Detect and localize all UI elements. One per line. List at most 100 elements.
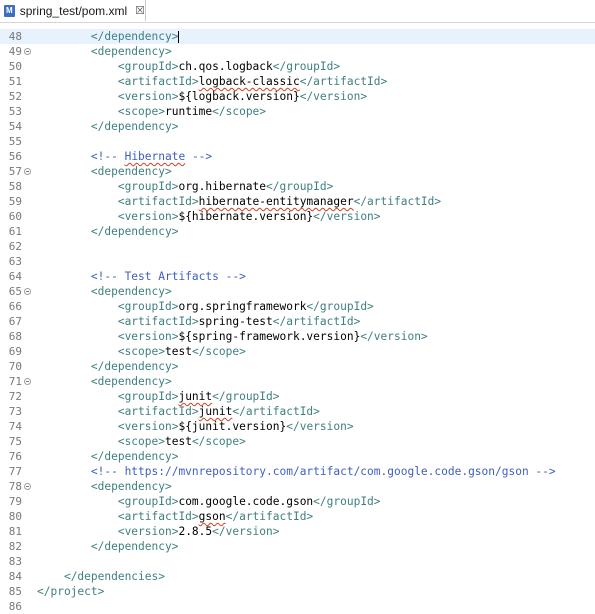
xml-text: [37, 120, 91, 133]
code-line[interactable]: 57 <dependency>: [0, 164, 595, 179]
xml-tag: </artifactId>: [353, 195, 442, 208]
code-line[interactable]: 52 <version>${logback.version}</version>: [0, 89, 595, 104]
line-number: 65: [8, 285, 22, 298]
xml-tag: </project>: [37, 585, 105, 598]
xml-text: ${junit.version}: [178, 420, 287, 433]
code-text: <groupId>org.springframework</groupId>: [37, 299, 374, 314]
code-line[interactable]: 67 <artifactId>spring-test</artifactId>: [0, 314, 595, 329]
code-text: <dependency>: [37, 44, 172, 59]
code-line[interactable]: 61 </dependency>: [0, 224, 595, 239]
line-number: 62: [8, 240, 22, 253]
code-text: <groupId>com.google.code.gson</groupId>: [37, 494, 381, 509]
line-number: 59: [8, 195, 22, 208]
code-editor[interactable]: 48 </dependency> 49 <dependency> 50 <group…: [0, 29, 595, 614]
code-line[interactable]: 75 <scope>test</scope>: [0, 434, 595, 449]
fold-collapse-icon[interactable]: [24, 168, 31, 175]
xml-tag: </dependencies>: [63, 570, 165, 583]
xml-text: [37, 90, 118, 103]
code-text: </dependency>: [37, 359, 179, 374]
code-line[interactable]: 55: [0, 134, 595, 149]
line-number: 83: [8, 555, 22, 568]
code-line[interactable]: 60 <version>${hibernate.version}</versio…: [0, 209, 595, 224]
code-line[interactable]: 85 </project>: [0, 584, 595, 599]
code-line[interactable]: 54 </dependency>: [0, 119, 595, 134]
xml-tag: </dependency>: [90, 360, 179, 373]
xml-tag: <version>: [117, 525, 179, 538]
code-line[interactable]: 59 <artifactId>hibernate-entitymanager</…: [0, 194, 595, 209]
xml-text: com.google.code.gson: [178, 495, 314, 508]
code-text: <groupId>junit</groupId>: [37, 389, 280, 404]
xml-tag: </artifactId>: [272, 315, 361, 328]
code-text: <version>2.8.5</version>: [37, 524, 280, 539]
code-line[interactable]: 48 </dependency>: [0, 29, 595, 44]
line-number: 82: [8, 540, 22, 553]
code-line[interactable]: 77 <!-- https://mvnrepository.com/artifa…: [0, 464, 595, 479]
code-line[interactable]: 76 </dependency>: [0, 449, 595, 464]
code-line[interactable]: 82 </dependency>: [0, 539, 595, 554]
code-line[interactable]: 84 </dependencies>: [0, 569, 595, 584]
code-line[interactable]: 65 <dependency>: [0, 284, 595, 299]
line-number: 84: [8, 570, 22, 583]
line-number: 66: [8, 300, 22, 313]
code-line[interactable]: 86: [0, 599, 595, 614]
line-number: 78: [8, 480, 22, 493]
code-line[interactable]: 49 <dependency>: [0, 44, 595, 59]
editor-tab-bar: M spring_test/pom.xml ☒: [0, 0, 595, 23]
code-line[interactable]: 56 <!-- Hibernate -->: [0, 149, 595, 164]
xml-text: hibernate-entitymanager: [198, 195, 354, 208]
code-line[interactable]: 72 <groupId>junit</groupId>: [0, 389, 595, 404]
code-line[interactable]: 79 <groupId>com.google.code.gson</groupI…: [0, 494, 595, 509]
fold-collapse-icon[interactable]: [24, 48, 31, 55]
xml-tag: <version>: [117, 210, 179, 223]
code-line[interactable]: 66 <groupId>org.springframework</groupId…: [0, 299, 595, 314]
line-number: 52: [8, 90, 22, 103]
code-line[interactable]: 78 <dependency>: [0, 479, 595, 494]
line-number: 86: [8, 600, 22, 613]
code-line[interactable]: 74 <version>${junit.version}</version>: [0, 419, 595, 434]
xml-text: [37, 300, 118, 313]
xml-text: [37, 495, 118, 508]
xml-text: [37, 285, 91, 298]
xml-text: [37, 225, 91, 238]
tab-pom-xml[interactable]: M spring_test/pom.xml ☒: [0, 0, 146, 21]
xml-text: [37, 405, 118, 418]
fold-collapse-icon[interactable]: [24, 378, 31, 385]
code-line[interactable]: 69 <scope>test</scope>: [0, 344, 595, 359]
code-line[interactable]: 81 <version>2.8.5</version>: [0, 524, 595, 539]
code-line[interactable]: 64 <!-- Test Artifacts -->: [0, 269, 595, 284]
code-text: <artifactId>junit</artifactId>: [37, 404, 320, 419]
xml-text: [37, 30, 91, 43]
xml-text: [37, 360, 91, 373]
code-line[interactable]: 58 <groupId>org.hibernate</groupId>: [0, 179, 595, 194]
close-icon[interactable]: ☒: [135, 4, 145, 17]
code-text: </dependency>: [37, 29, 180, 44]
fold-collapse-icon[interactable]: [24, 288, 31, 295]
text-caret: [178, 31, 180, 43]
xml-text: [37, 60, 118, 73]
code-line[interactable]: 80 <artifactId>gson</artifactId>: [0, 509, 595, 524]
code-line[interactable]: 63: [0, 254, 595, 269]
code-line[interactable]: 53 <scope>runtime</scope>: [0, 104, 595, 119]
maven-xml-file-icon: M: [4, 4, 15, 17]
xml-text: [37, 165, 91, 178]
line-number: 71: [8, 375, 22, 388]
line-number: 48: [8, 30, 22, 43]
code-line[interactable]: 62: [0, 239, 595, 254]
code-line[interactable]: 50 <groupId>ch.qos.logback</groupId>: [0, 59, 595, 74]
xml-text: test: [164, 435, 192, 448]
code-line[interactable]: 83: [0, 554, 595, 569]
code-line[interactable]: 71 <dependency>: [0, 374, 595, 389]
code-line[interactable]: 73 <artifactId>junit</artifactId>: [0, 404, 595, 419]
code-text: <artifactId>hibernate-entitymanager</art…: [37, 194, 441, 209]
xml-tag: <scope>: [117, 435, 165, 448]
code-text: <groupId>org.hibernate</groupId>: [37, 179, 334, 194]
fold-collapse-icon[interactable]: [24, 483, 31, 490]
xml-text: [37, 435, 118, 448]
line-number: 74: [8, 420, 22, 433]
code-line[interactable]: 51 <artifactId>logback-classic</artifact…: [0, 74, 595, 89]
line-number: 49: [8, 45, 22, 58]
code-text: <!-- Hibernate -->: [37, 149, 212, 164]
code-line[interactable]: 70 </dependency>: [0, 359, 595, 374]
code-line[interactable]: 68 <version>${spring-framework.version}<…: [0, 329, 595, 344]
line-number: 77: [8, 465, 22, 478]
